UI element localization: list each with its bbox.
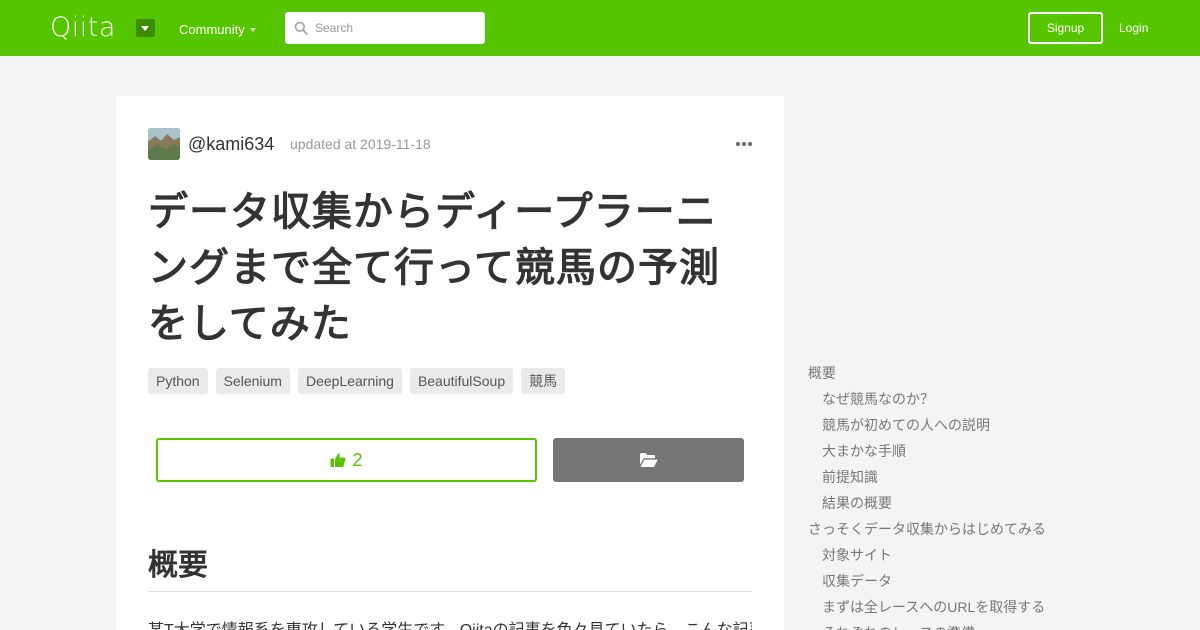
toc-item[interactable]: それぞれのレースの準備 [808,620,1108,630]
article-title: データ収集からディープラーニングまで全て行って競馬の予測をしてみた [148,190,720,346]
toc-item[interactable]: 対象サイト [808,542,1108,568]
toc-item[interactable]: なぜ競馬なのか？ [808,386,1108,412]
more-options-icon[interactable] [736,138,752,150]
table-of-contents: 概要 なぜ競馬なのか？ 競馬が初めての人への説明 大まかな手順 前提知識 結果の… [808,360,1108,630]
toc-item[interactable]: 収集データ [808,568,1108,594]
search-box[interactable] [285,12,485,44]
qiita-logo[interactable]: Qiita [50,14,116,42]
heading-divider [148,591,752,592]
toc-item[interactable]: 大まかな手順 [808,438,1108,464]
author-name[interactable]: @kami634 [188,134,274,154]
search-input[interactable] [315,12,480,44]
signup-button[interactable]: Signup [1028,12,1103,44]
article-card: @kami634 updated at 2019-11-18 データ収集からディ… [116,96,784,630]
community-menu[interactable]: Community [179,22,245,38]
toc-item[interactable]: 概要 [808,360,1108,386]
section-heading: 概要 [148,549,208,582]
toc-item[interactable]: さっそくデータ収集からはじめてみる [808,516,1108,542]
login-link[interactable]: Login [1119,20,1148,36]
chevron-down-icon [250,28,256,32]
global-header: Qiita Community Signup Login [0,0,1200,56]
tag-list: Python Selenium DeepLearning BeautifulSo… [148,368,566,394]
like-count: 2 [352,449,363,470]
logo-menu-toggle[interactable] [136,19,155,37]
tag-deeplearning[interactable]: DeepLearning [297,368,402,394]
stock-button[interactable] [553,438,744,482]
toc-item[interactable]: まずは全レースへのURLを取得する [808,594,1108,620]
toc-item[interactable]: 競馬が初めての人への説明 [808,412,1108,438]
updated-date: updated at 2019-11-18 [290,136,431,152]
tag-python[interactable]: Python [148,368,208,394]
search-icon [294,21,308,35]
tag-selenium[interactable]: Selenium [215,368,290,394]
folder-open-icon [640,453,658,467]
tag-beautifulsoup[interactable]: BeautifulSoup [409,368,514,394]
like-button[interactable]: 2 [156,438,537,482]
thumbs-up-icon [330,453,346,467]
article-body-text: 某T大学で情報系を専攻している学生です。Qiitaの記事を色々見ていたら、こんな… [148,619,752,630]
avatar[interactable] [148,128,180,160]
toc-item[interactable]: 前提知識 [808,464,1108,490]
toc-item[interactable]: 結果の概要 [808,490,1108,516]
tag-keiba[interactable]: 競馬 [521,368,566,394]
